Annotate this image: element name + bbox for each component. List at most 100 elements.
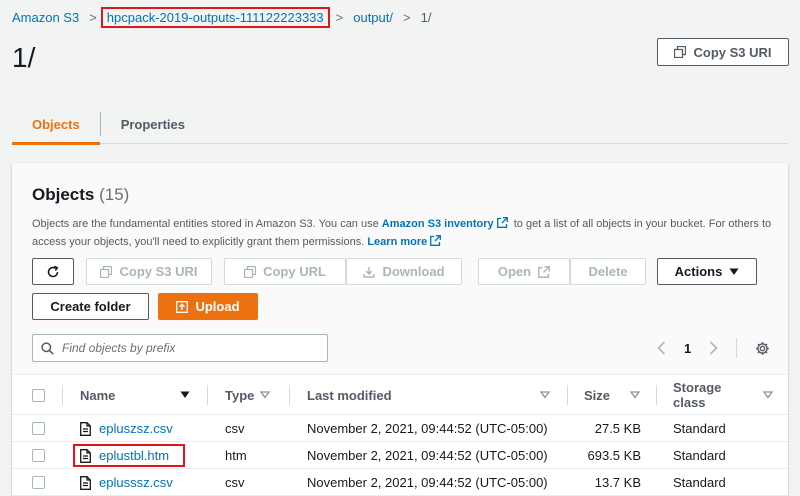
chevron-right-icon[interactable] (709, 341, 718, 355)
row-checkbox[interactable] (32, 449, 45, 462)
upload-button[interactable]: Upload (158, 293, 258, 320)
row-checkbox-cell (32, 442, 45, 469)
objects-description: Objects are the fundamental entities sto… (32, 215, 772, 251)
copy-icon (244, 265, 257, 278)
file-link-highlighted[interactable]: eplustbl.htm (73, 444, 186, 467)
column-last-modified-label: Last modified (307, 387, 392, 403)
create-folder-label: Create folder (50, 299, 131, 314)
row-checkbox[interactable] (32, 476, 45, 489)
breadcrumb-bucket[interactable]: hpcpack-2019-outputs-111122223333 (100, 6, 330, 28)
breadcrumb-amazon-s3[interactable]: Amazon S3 (12, 10, 79, 25)
sort-icon (763, 391, 773, 399)
type-cell: htm (225, 448, 247, 463)
actions-dropdown[interactable]: Actions (657, 258, 757, 285)
type-cell: csv (225, 421, 245, 436)
column-divider (62, 385, 63, 405)
refresh-button[interactable] (32, 258, 74, 285)
column-divider (289, 385, 290, 405)
row-checkbox-cell (32, 415, 45, 442)
select-all-checkbox[interactable] (32, 388, 45, 402)
download-icon (363, 266, 376, 278)
delete-button[interactable]: Delete (570, 258, 646, 285)
copy-url-button[interactable]: Copy URL (224, 258, 346, 285)
last-modified-cell: November 2, 2021, 09:44:52 (UTC-05:00) (307, 475, 548, 490)
copy-s3-uri-header-label: Copy S3 URI (693, 44, 772, 60)
inventory-link[interactable]: Amazon S3 inventory (382, 218, 494, 230)
file-name: epluszsz.csv (99, 421, 173, 436)
size-cell: 27.5 KB (594, 421, 641, 436)
select-all-cell (32, 375, 45, 415)
refresh-icon (47, 265, 59, 277)
page-title: 1/ (12, 42, 36, 73)
upload-label: Upload (195, 299, 240, 314)
row-checkbox[interactable] (32, 422, 45, 435)
caret-down-icon (729, 268, 739, 275)
actions-label: Actions (674, 264, 723, 279)
open-button[interactable]: Open (478, 258, 570, 285)
column-header-name[interactable]: Name (80, 375, 190, 415)
size-cell: 13.7 KB (594, 475, 641, 490)
desc-text-1: Objects are the fundamental entities sto… (32, 218, 379, 230)
breadcrumb-current: 1/ (420, 9, 432, 25)
search-box (32, 334, 328, 362)
download-button[interactable]: Download (346, 258, 462, 285)
copy-s3-uri-button[interactable]: Copy S3 URI (86, 258, 212, 285)
table-header: Name Type Last modified Size Storage cla… (12, 375, 788, 415)
name-cell: epluszsz.csv (80, 415, 173, 442)
file-link[interactable]: eplusssz.csv (80, 475, 173, 490)
column-header-storage-class[interactable]: Storage class (673, 375, 773, 415)
table-row[interactable]: epluszsz.csv csv November 2, 2021, 09:44… (12, 415, 788, 442)
open-label: Open (497, 264, 532, 279)
breadcrumb-separator: > (89, 9, 97, 25)
breadcrumb-separator: > (403, 9, 411, 25)
chevron-left-icon[interactable] (657, 341, 666, 355)
search-input[interactable] (62, 341, 312, 355)
gear-icon[interactable] (755, 341, 770, 356)
pagination: 1 (657, 335, 770, 361)
file-icon (80, 475, 91, 490)
column-size-label: Size (584, 387, 611, 403)
download-label: Download (382, 264, 445, 279)
upload-icon (176, 300, 189, 313)
file-icon (80, 421, 91, 436)
external-link-icon (538, 265, 551, 278)
column-storage-class-label: Storage class (673, 380, 722, 410)
sort-icon (630, 391, 640, 399)
learn-more-link[interactable]: Learn more (367, 236, 427, 248)
column-header-last-modified[interactable]: Last modified (307, 375, 550, 415)
last-modified-cell: November 2, 2021, 09:44:52 (UTC-05:00) (307, 448, 548, 463)
column-header-size[interactable]: Size (584, 375, 640, 415)
table-row[interactable]: eplusssz.csv csv November 2, 2021, 09:44… (12, 469, 788, 496)
table-row[interactable]: eplustbl.htm htm November 2, 2021, 09:44… (12, 442, 788, 469)
objects-heading-text: Objects (32, 185, 95, 204)
last-modified-cell: November 2, 2021, 09:44:52 (UTC-05:00) (307, 421, 548, 436)
breadcrumb: Amazon S3 > hpcpack-2019-outputs-1111222… (12, 6, 432, 28)
external-link-icon (496, 217, 508, 228)
sort-icon (540, 391, 550, 399)
storage-class-cell: Standard (673, 448, 726, 463)
breadcrumb-folder[interactable]: output/ (353, 10, 393, 25)
search-icon (41, 341, 54, 355)
current-page[interactable]: 1 (684, 341, 691, 356)
copy-url-label: Copy URL (263, 264, 326, 279)
create-folder-button[interactable]: Create folder (32, 293, 149, 320)
tab-properties[interactable]: Properties (101, 104, 205, 144)
column-header-type[interactable]: Type (225, 375, 271, 415)
copy-icon (674, 46, 687, 58)
file-name: eplustbl.htm (99, 448, 170, 463)
type-cell: csv (225, 475, 245, 490)
column-divider (567, 385, 568, 405)
file-link[interactable]: epluszsz.csv (80, 421, 173, 436)
size-cell: 693.5 KB (587, 448, 642, 463)
breadcrumb-separator: > (335, 9, 344, 25)
copy-s3-uri-label: Copy S3 URI (119, 264, 198, 279)
tab-bar: Objects Properties (12, 104, 788, 145)
file-name: eplusssz.csv (99, 475, 173, 490)
tab-objects[interactable]: Objects (12, 104, 100, 145)
pager-divider (736, 338, 738, 358)
name-cell: eplustbl.htm (73, 442, 186, 469)
copy-icon (100, 265, 113, 278)
sort-descending-icon (180, 391, 190, 398)
objects-panel: Objects (15) Objects are the fundamental… (12, 163, 788, 496)
copy-s3-uri-header-button[interactable]: Copy S3 URI (657, 38, 789, 66)
